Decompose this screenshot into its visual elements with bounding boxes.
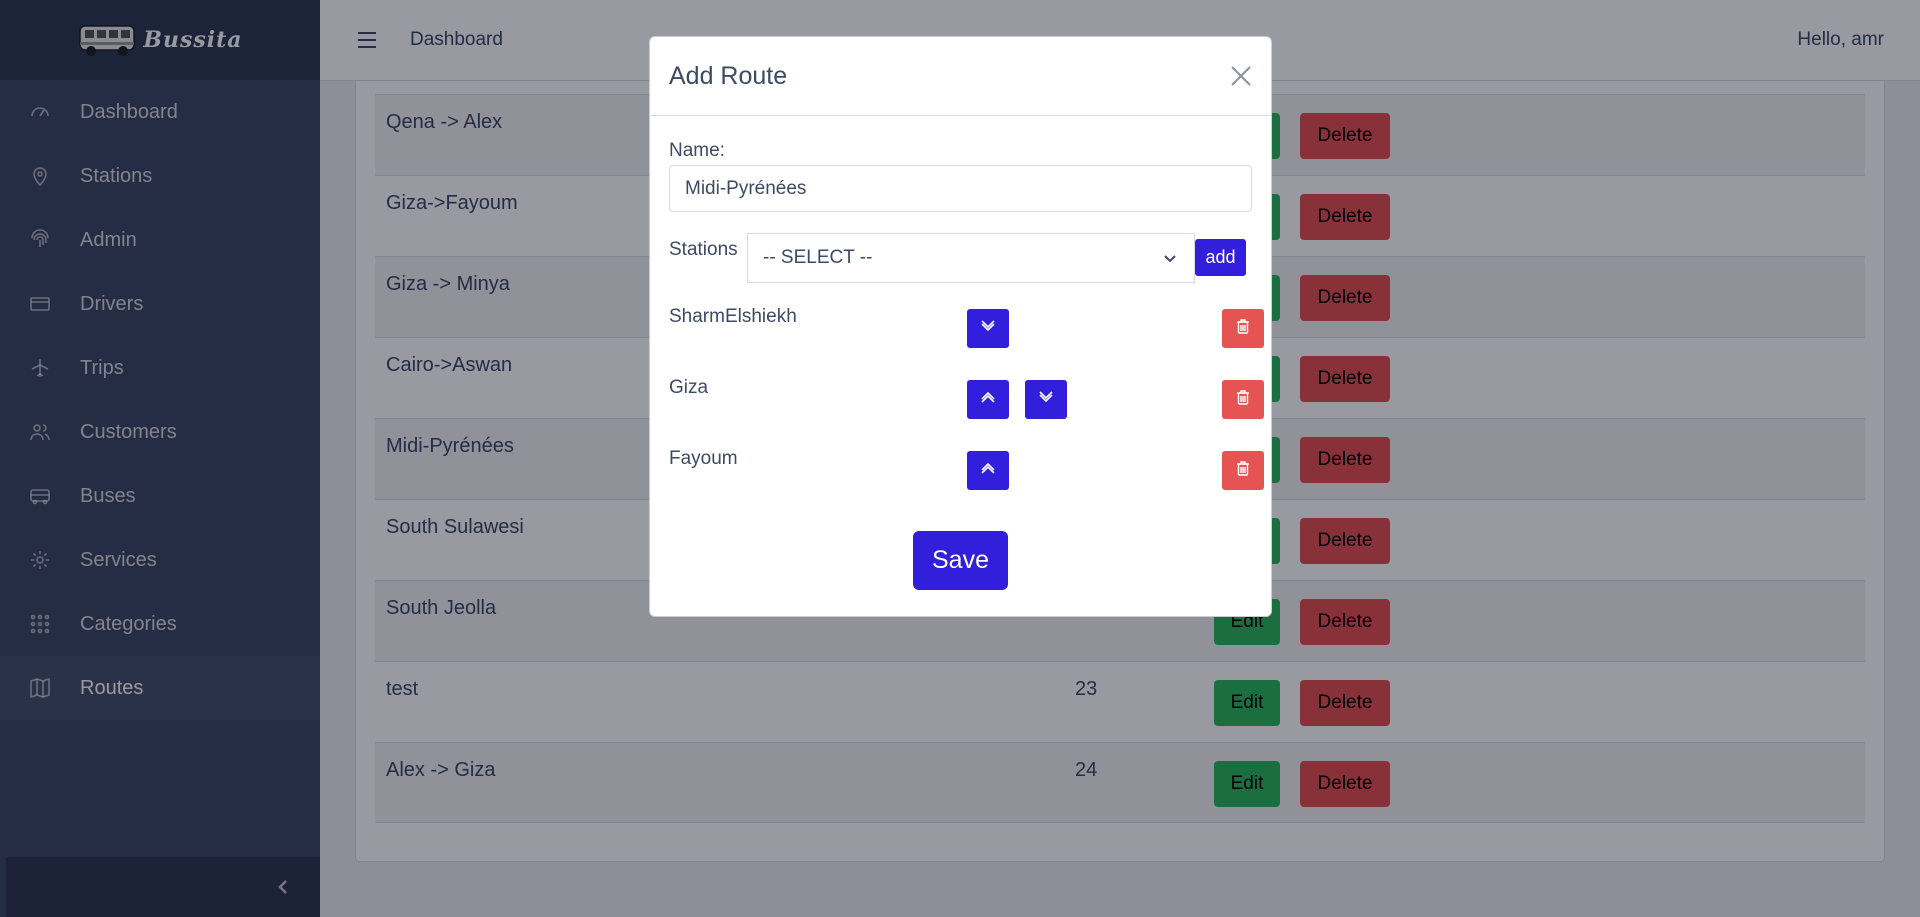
stations-select-value: -- SELECT --: [763, 247, 873, 268]
stations-select[interactable]: -- SELECT --: [747, 233, 1195, 283]
save-button[interactable]: Save: [913, 531, 1008, 590]
remove-station-button[interactable]: [1222, 309, 1264, 348]
trash-icon: [1234, 459, 1252, 482]
station-list-item: SharmElshiekh: [669, 306, 1264, 356]
double-chevron-up-icon: [979, 459, 997, 482]
double-chevron-down-icon: [979, 317, 997, 340]
remove-station-button[interactable]: [1222, 380, 1264, 419]
station-name: Fayoum: [669, 448, 738, 469]
trash-icon: [1234, 388, 1252, 411]
move-up-button[interactable]: [967, 451, 1009, 490]
station-list-item: Fayoum: [669, 448, 1264, 498]
modal-header: Add Route: [650, 37, 1271, 116]
add-station-button[interactable]: add: [1195, 239, 1246, 276]
station-list-item: Giza: [669, 377, 1264, 427]
route-name-input[interactable]: [669, 165, 1252, 212]
station-name: Giza: [669, 377, 709, 398]
close-icon[interactable]: [1229, 64, 1253, 88]
station-name: SharmElshiekh: [669, 306, 797, 327]
chevron-down-icon: [1162, 250, 1178, 266]
stations-label: Stations: [669, 239, 738, 260]
move-down-button[interactable]: [1025, 380, 1067, 419]
double-chevron-down-icon: [1037, 388, 1055, 411]
modal-title: Add Route: [669, 61, 788, 90]
double-chevron-up-icon: [979, 388, 997, 411]
remove-station-button[interactable]: [1222, 451, 1264, 490]
add-route-modal: Add Route Name: Stations -- SELECT -- ad…: [649, 36, 1272, 617]
trash-icon: [1234, 317, 1252, 340]
move-up-button[interactable]: [967, 380, 1009, 419]
move-down-button[interactable]: [967, 309, 1009, 348]
name-label: Name:: [669, 140, 725, 161]
